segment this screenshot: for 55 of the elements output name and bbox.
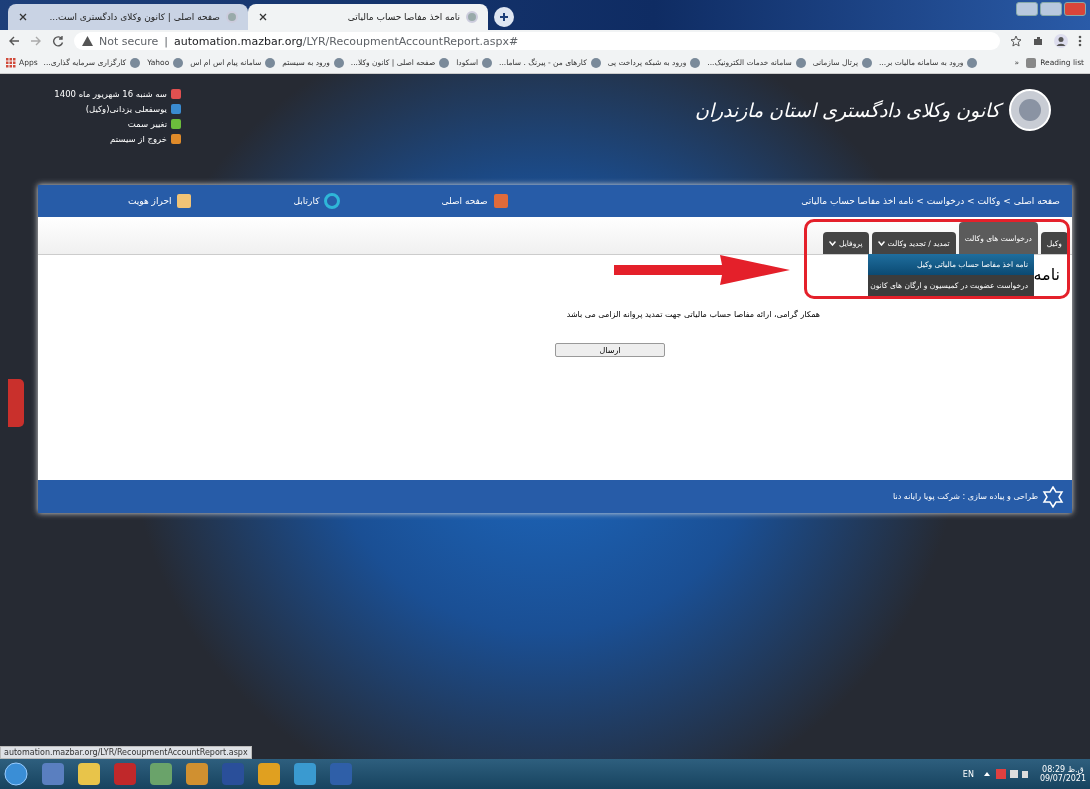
profile-icon[interactable] (1054, 34, 1068, 48)
reload-icon[interactable] (52, 35, 64, 47)
favicon-icon (332, 56, 345, 69)
taskbar-app-icon[interactable] (186, 763, 208, 785)
favicon-icon (966, 56, 979, 69)
taskbar-app-icon[interactable] (42, 763, 64, 785)
favicon-icon (264, 56, 277, 69)
ring-icon (323, 192, 342, 210)
maximize-icon[interactable] (1040, 2, 1062, 16)
forward-icon[interactable] (30, 35, 42, 47)
back-icon[interactable] (8, 35, 20, 47)
taskbar-app-icon[interactable] (150, 763, 172, 785)
user-link[interactable]: تغییر سمت (127, 118, 182, 130)
taskbar-app-icon[interactable] (114, 763, 136, 785)
minimize-icon[interactable] (1016, 2, 1038, 16)
favicon-icon (438, 56, 451, 69)
favicon-icon (589, 56, 602, 69)
breadcrumb: صفحه اصلی > وکالت > درخواست > نامه اخذ مفاصا حساب مالیاتی (801, 196, 1060, 206)
credit-text: طراحی و پیاده سازی : شرکت پویا رایانه دنا (893, 492, 1038, 501)
message-text: همکار گرامی، ارائه مفاصا حساب مالیاتی جهت تمدید پروانه الزامی می باشد (566, 310, 820, 319)
start-icon[interactable] (4, 762, 28, 786)
emblem-logo (1008, 88, 1052, 132)
favicon-icon (689, 56, 702, 69)
nav-link[interactable]: کارتابل (293, 192, 342, 210)
favicon-icon (861, 56, 873, 69)
menu-icon[interactable] (1078, 35, 1082, 47)
favicon-icon (466, 11, 478, 23)
date-text: سه شنبه 16 شهریور ماه 1400 (54, 88, 182, 100)
star-logo (1042, 485, 1064, 508)
close-icon[interactable] (258, 12, 268, 22)
star-icon[interactable] (1010, 35, 1022, 47)
page-title: نامه (1033, 265, 1060, 284)
apps-grid-icon (6, 57, 16, 68)
favicon-icon (226, 11, 238, 23)
browser-tab[interactable]: نامه اخذ مفاصا حساب مالیاتی (248, 4, 488, 30)
extensions-icon[interactable] (1032, 35, 1044, 47)
favicon-icon (129, 56, 142, 69)
language-indicator[interactable]: EN (962, 769, 974, 779)
browser-tab[interactable]: صفحه اصلی | کانون وکلای دادگستری است... (8, 4, 248, 30)
favicon-icon (481, 56, 494, 69)
status-url: automation.mazbar.org/LYR/RecoupmentAccountReport.aspx (0, 746, 252, 759)
taskbar-app-icon[interactable] (294, 763, 316, 785)
close-icon[interactable] (18, 12, 28, 22)
user-link[interactable]: خروج از سیستم (110, 133, 182, 145)
new-tab-icon[interactable] (494, 7, 514, 27)
favicon-icon (794, 56, 807, 69)
favicon-icon (172, 56, 185, 69)
user-link[interactable]: یوسفعلی یزدانی(وکیل) (85, 103, 182, 115)
taskbar-app-icon[interactable] (258, 763, 280, 785)
nav-link[interactable]: احراز هویت (128, 192, 194, 210)
taskbar-app-icon[interactable] (78, 763, 100, 785)
nav-link[interactable]: صفحه اصلی (441, 192, 510, 210)
submit-button[interactable]: ارسال (555, 343, 665, 357)
warning-icon (82, 36, 93, 46)
address-bar[interactable]: Not secure | automation.mazbar.org/LYR/RecoupmentAccountReport.aspx# (74, 32, 1000, 50)
